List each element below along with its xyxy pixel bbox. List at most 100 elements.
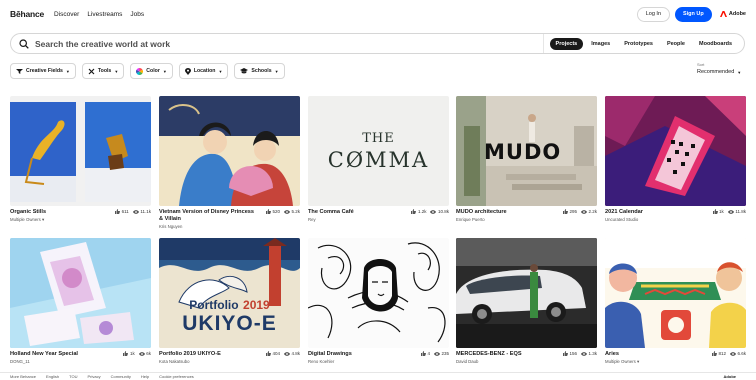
like-count: 1k bbox=[129, 351, 135, 356]
signup-button[interactable]: Sign Up bbox=[674, 6, 712, 22]
view-count: 6.6k bbox=[737, 351, 746, 356]
thumbs-up-icon bbox=[562, 351, 568, 356]
thumbs-up-icon bbox=[265, 209, 271, 214]
project-owner[interactable]: David Daub bbox=[456, 359, 522, 364]
project-owner[interactable]: Enrique Puerto bbox=[456, 217, 507, 222]
project-thumbnail[interactable]: Portfolio 2019 UKIYO-E bbox=[159, 238, 300, 348]
footer-language[interactable]: English bbox=[46, 374, 59, 379]
search-bar: Projects Images Prototypes People Moodbo… bbox=[10, 33, 745, 54]
scope-projects[interactable]: Projects bbox=[549, 37, 584, 50]
project-card[interactable]: Vietnam Version of Disney Princess & Vil… bbox=[159, 96, 300, 229]
project-thumbnail[interactable]: MUDO bbox=[456, 96, 597, 206]
project-card[interactable]: Organic Stills Multiple Owners ▾ 611 11.… bbox=[10, 96, 151, 223]
project-title[interactable]: MERCEDES-BENZ - EQS bbox=[456, 351, 522, 357]
project-thumbnail[interactable] bbox=[10, 238, 151, 348]
search-input[interactable] bbox=[35, 38, 543, 49]
eye-icon bbox=[283, 209, 290, 214]
scope-people[interactable]: People bbox=[661, 38, 691, 50]
project-card[interactable]: 2021 Calendar Uncurated Studio 1k 11.8k bbox=[605, 96, 746, 222]
filter-label: Creative Fields bbox=[26, 68, 63, 74]
footer: More Behance English TOU Privacy Communi… bbox=[0, 372, 756, 380]
footer-community[interactable]: Community bbox=[111, 374, 131, 379]
nav-discover[interactable]: Discover bbox=[54, 11, 79, 18]
project-card[interactable]: Aries Multiple Owners ▾ 812 6.6k bbox=[605, 238, 746, 365]
project-thumbnail[interactable] bbox=[10, 96, 151, 206]
filter-color[interactable]: Color ▼ bbox=[130, 63, 173, 79]
like-count: 1k bbox=[719, 209, 724, 214]
project-thumbnail[interactable] bbox=[308, 238, 449, 348]
project-title[interactable]: 2021 Calendar bbox=[605, 209, 643, 215]
filter-location[interactable]: Location ▼ bbox=[178, 63, 229, 79]
project-title[interactable]: The Comma Café bbox=[308, 209, 354, 215]
footer-help[interactable]: Help bbox=[141, 374, 149, 379]
eye-icon bbox=[138, 351, 145, 356]
footer-privacy[interactable]: Privacy bbox=[88, 374, 101, 379]
project-title[interactable]: Digital Drawings bbox=[308, 351, 352, 357]
scope-prototypes[interactable]: Prototypes bbox=[618, 38, 659, 50]
project-title[interactable]: Holland New Year Special bbox=[10, 351, 78, 357]
creative-fields-icon bbox=[16, 68, 23, 74]
project-card[interactable]: MUDO MUDO architecture Enrique Puerto 29… bbox=[456, 96, 597, 222]
project-owner[interactable]: Multiple Owners ▾ bbox=[10, 217, 46, 223]
project-owner[interactable]: DONG_11 bbox=[10, 359, 78, 364]
filter-creative-fields[interactable]: Creative Fields ▼ bbox=[10, 63, 76, 79]
project-title[interactable]: MUDO architecture bbox=[456, 209, 507, 215]
project-thumbnail[interactable] bbox=[159, 96, 300, 206]
project-card[interactable]: MERCEDES-BENZ - EQS David Daub 156 1.3k bbox=[456, 238, 597, 364]
project-stats: 4 235 bbox=[417, 351, 449, 356]
filter-label: Location bbox=[193, 68, 216, 74]
footer-adobe[interactable]: Adobe bbox=[724, 374, 736, 379]
project-card[interactable]: THE CØMMA The Comma Café Rey 1.2k 10.8k bbox=[308, 96, 449, 222]
project-thumbnail[interactable] bbox=[456, 238, 597, 348]
search-scope-tabs: Projects Images Prototypes People Moodbo… bbox=[542, 34, 744, 53]
project-stats: 295 2.2k bbox=[559, 209, 597, 214]
scope-moodboards[interactable]: Moodboards bbox=[693, 38, 738, 50]
project-stats: 520 5.2k bbox=[262, 209, 300, 214]
thumbs-up-icon bbox=[420, 351, 426, 356]
sort-label: Sort bbox=[697, 62, 705, 67]
like-count: 295 bbox=[569, 209, 577, 214]
project-owner[interactable]: Rey bbox=[308, 217, 354, 222]
chevron-down-icon: ▼ bbox=[65, 68, 70, 74]
project-title[interactable]: Portfolio 2019 UKIYO-E bbox=[159, 351, 221, 357]
project-thumbnail[interactable]: THE CØMMA bbox=[308, 96, 449, 206]
footer-cookie-preferences[interactable]: Cookie preferences bbox=[159, 374, 194, 379]
filter-schools[interactable]: Schools ▼ bbox=[234, 63, 285, 79]
project-title[interactable]: Vietnam Version of Disney Princess & Vil… bbox=[159, 209, 259, 222]
login-button[interactable]: Log In bbox=[636, 6, 670, 22]
project-card[interactable]: Portfolio 2019 UKIYO-E Portfolio 2019 UK… bbox=[159, 238, 300, 364]
project-card[interactable]: Digital Drawings Reno Koehler 4 235 bbox=[308, 238, 449, 364]
project-owner[interactable]: Reno Koehler bbox=[308, 359, 352, 364]
project-thumbnail[interactable] bbox=[605, 238, 746, 348]
eye-icon bbox=[580, 209, 587, 214]
project-card[interactable]: Holland New Year Special DONG_11 1k 6k bbox=[10, 238, 151, 364]
thumbnail-text-comma: CØMMA bbox=[327, 147, 430, 172]
filter-label: Schools bbox=[251, 68, 272, 74]
nav-livestreams[interactable]: Livestreams bbox=[87, 11, 122, 18]
eye-icon bbox=[430, 209, 437, 214]
project-thumbnail[interactable] bbox=[605, 96, 746, 206]
footer-more-behance[interactable]: More Behance bbox=[10, 374, 36, 379]
scope-images[interactable]: Images bbox=[585, 38, 616, 50]
project-owner[interactable]: Kota Nakatsubo bbox=[159, 359, 221, 364]
thumbs-up-icon bbox=[711, 351, 717, 356]
filter-tools[interactable]: Tools ▼ bbox=[81, 63, 125, 79]
nav-jobs[interactable]: Jobs bbox=[130, 11, 144, 18]
project-title[interactable]: Aries bbox=[605, 351, 639, 357]
view-count: 10.8k bbox=[437, 209, 449, 214]
chevron-down-icon: ▼ bbox=[737, 69, 742, 75]
project-stats: 1.2k 10.8k bbox=[407, 209, 449, 214]
thumbs-up-icon bbox=[123, 351, 129, 356]
project-owner[interactable]: Uncurated Studio bbox=[605, 217, 643, 222]
sort-dropdown[interactable]: Sort Recommended ▼ bbox=[697, 62, 741, 75]
project-owner[interactable]: Kris Nguyen bbox=[159, 224, 259, 229]
like-count: 812 bbox=[718, 351, 726, 356]
view-count: 235 bbox=[441, 351, 449, 356]
chevron-down-icon: ▾ bbox=[42, 217, 45, 222]
behance-logo[interactable]: Bēhance bbox=[10, 9, 44, 19]
project-title[interactable]: Organic Stills bbox=[10, 209, 46, 215]
like-count: 1.2k bbox=[417, 209, 427, 214]
footer-tou[interactable]: TOU bbox=[69, 374, 77, 379]
adobe-link[interactable]: Adobe bbox=[719, 11, 746, 17]
project-owner[interactable]: Multiple Owners ▾ bbox=[605, 359, 639, 365]
